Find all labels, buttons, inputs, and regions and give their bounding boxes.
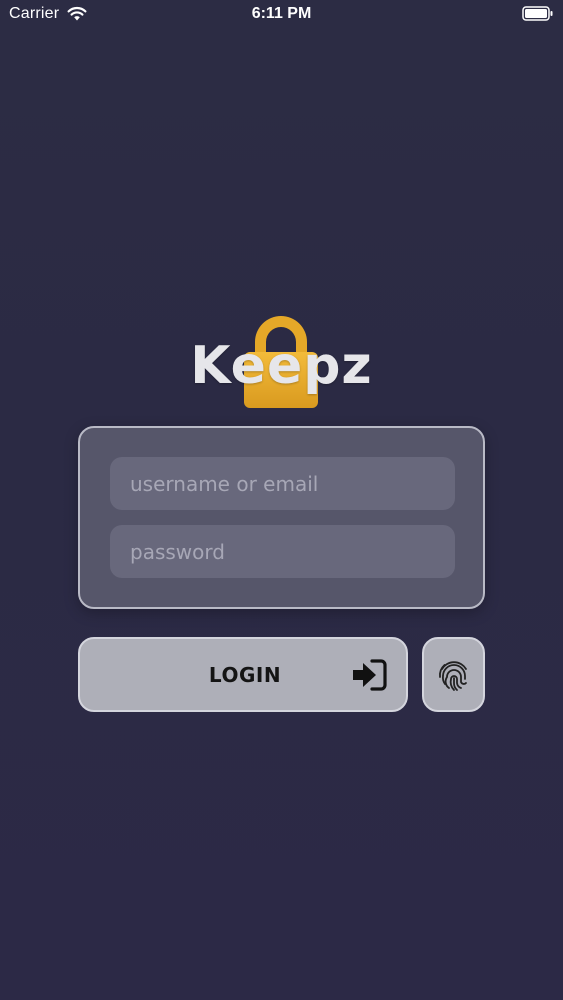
app-logo: Keepz (0, 306, 563, 408)
app-title: Keepz (190, 336, 373, 396)
fingerprint-button[interactable] (422, 637, 485, 712)
login-form-card (78, 426, 485, 609)
login-button[interactable]: LOGIN (78, 637, 408, 712)
password-input[interactable] (110, 525, 455, 578)
status-bar: Carrier 6:11 PM (0, 0, 563, 30)
clock: 6:11 PM (251, 5, 312, 22)
battery-full-icon (522, 6, 553, 21)
username-input[interactable] (110, 457, 455, 510)
sign-in-icon (353, 659, 387, 691)
fingerprint-icon (439, 661, 467, 691)
